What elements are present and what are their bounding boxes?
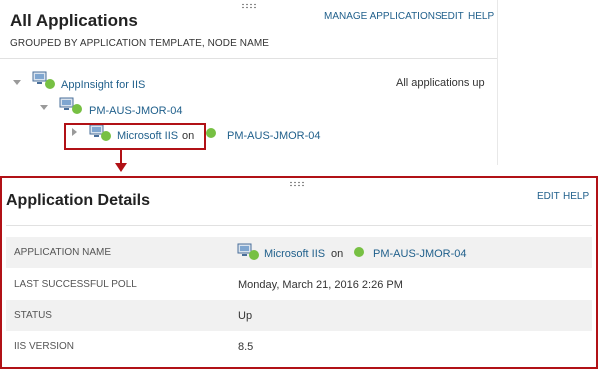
status-up-dot-icon [72,104,82,114]
status-up-dot-icon [206,128,216,138]
row-label: LAST SUCCESSFUL POLL [14,279,137,290]
row-value: Up [238,310,253,322]
application-details-panel: Application Details EDIT HELP APPLICATIO… [0,176,598,369]
divider [6,225,592,226]
detail-row-last-poll: LAST SUCCESSFUL POLL Monday, March 21, 2… [6,269,592,300]
manage-applications-link[interactable]: MANAGE APPLICATIONS [324,11,442,22]
drag-handle-icon[interactable] [289,181,305,187]
details-title: Application Details [6,192,151,209]
on-text: on [331,248,344,260]
application-link[interactable]: Microsoft IIS [264,248,325,260]
edit-link[interactable]: EDIT [441,11,464,22]
help-link[interactable]: HELP [468,11,494,22]
detail-row-iis-version: IIS VERSION 8.5 [6,331,592,362]
row-label: STATUS [14,310,52,321]
panel-title: All Applications [10,11,138,30]
divider [0,58,497,59]
callout-highlight [64,123,206,150]
row-label: IIS VERSION [14,341,75,352]
panel-subtitle: GROUPED BY APPLICATION TEMPLATE, NODE NA… [10,38,270,49]
details-edit-link[interactable]: EDIT [537,191,560,202]
row-label: APPLICATION NAME [14,247,112,258]
row-value: 8.5 [238,341,254,353]
node-link[interactable]: PM-AUS-JMOR-04 [373,248,467,260]
collapse-triangle-icon[interactable] [13,80,21,85]
details-help-link[interactable]: HELP [563,191,589,202]
callout-arrow-line [120,150,122,164]
application-node-link[interactable]: PM-AUS-JMOR-04 [227,130,321,142]
detail-row-application-name: APPLICATION NAME Microsoft IIS on PM-AUS… [6,237,592,268]
drag-handle-icon[interactable] [241,3,257,9]
callout-arrow-head-icon [115,163,127,172]
status-up-dot-icon [45,79,55,89]
node-link[interactable]: PM-AUS-JMOR-04 [89,105,183,117]
collapse-triangle-icon[interactable] [40,105,48,110]
summary-status: All applications up [396,77,485,89]
detail-row-status: STATUS Up [6,300,592,331]
row-value: Monday, March 21, 2016 2:26 PM [238,279,403,291]
status-up-dot-icon [354,247,364,257]
status-up-dot-icon [249,250,259,260]
template-link[interactable]: AppInsight for IIS [61,79,145,91]
